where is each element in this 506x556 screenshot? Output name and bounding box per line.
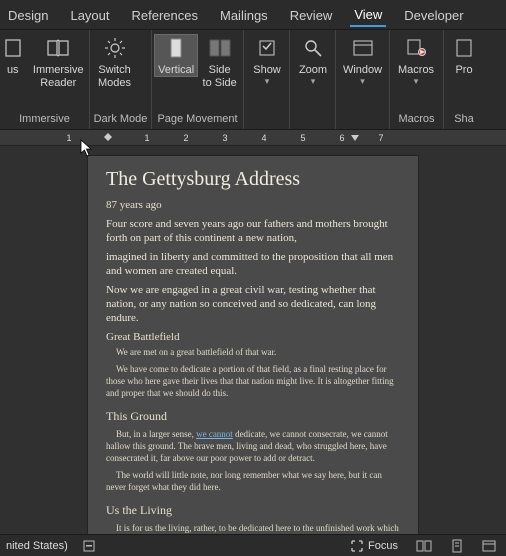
- read-mode-button[interactable]: [412, 538, 436, 554]
- web-icon: [482, 539, 496, 553]
- indent-marker-icon[interactable]: [103, 132, 113, 144]
- paragraph[interactable]: The world will little note, nor long rem…: [106, 469, 400, 493]
- ribbon-tabs: Design Layout References Mailings Review…: [0, 0, 506, 30]
- tab-layout[interactable]: Layout: [66, 3, 113, 26]
- chevron-down-icon: ▾: [360, 77, 365, 85]
- status-bar: nited States) Focus: [0, 534, 506, 556]
- macros-button[interactable]: Macros ▾: [392, 34, 440, 85]
- chevron-down-icon: ▾: [414, 77, 419, 85]
- paragraph[interactable]: It is for us the living, rather, to be d…: [106, 522, 400, 534]
- tab-design[interactable]: Design: [4, 3, 52, 26]
- paragraph[interactable]: We have come to dedicate a portion of th…: [106, 363, 400, 399]
- paragraph[interactable]: But, in a larger sense, we cannot dedica…: [106, 428, 400, 464]
- indent-marker-icon[interactable]: [350, 132, 360, 144]
- tab-references[interactable]: References: [128, 3, 202, 26]
- focus-button[interactable]: us: [2, 34, 30, 77]
- ruler[interactable]: 1 1 2 3 4 5 6 7: [0, 130, 506, 146]
- heading[interactable]: This Ground: [106, 409, 400, 424]
- vertical-page-icon: [164, 36, 188, 60]
- immersive-reader-button[interactable]: Immersive Reader: [30, 34, 87, 90]
- paragraph[interactable]: We are met on a great battlefield of tha…: [106, 346, 400, 358]
- zoom-button[interactable]: Zoom ▾: [292, 34, 334, 85]
- side-by-side-icon: [208, 36, 232, 60]
- hyperlink[interactable]: we cannot: [196, 429, 233, 439]
- page[interactable]: The Gettysburg Address 87 years ago Four…: [88, 156, 418, 540]
- print-layout-button[interactable]: [446, 537, 468, 555]
- chevron-down-icon: ▾: [265, 77, 270, 85]
- window-button[interactable]: Window ▾: [338, 34, 387, 85]
- tab-mailings[interactable]: Mailings: [216, 3, 272, 26]
- focus-mode-button[interactable]: Focus: [346, 537, 402, 555]
- group-label-sharepoint: Sha: [444, 113, 484, 129]
- vertical-button[interactable]: Vertical: [154, 34, 198, 77]
- switch-modes-button[interactable]: Switch Modes: [92, 34, 137, 90]
- magnifier-icon: [301, 36, 325, 60]
- properties-button[interactable]: Pro: [446, 34, 482, 77]
- group-label-darkmode: Dark Mode: [90, 113, 151, 129]
- tab-developer[interactable]: Developer: [400, 3, 467, 26]
- paragraph[interactable]: imagined in liberty and committed to the…: [106, 250, 400, 278]
- immersive-reader-icon: [46, 36, 70, 60]
- accessibility-button[interactable]: [78, 537, 100, 555]
- page-icon: [450, 539, 464, 553]
- group-label-pagemovement: Page Movement: [152, 113, 243, 129]
- paragraph[interactable]: Now we are engaged in a great civil war,…: [106, 283, 400, 325]
- doc-title[interactable]: The Gettysburg Address: [106, 168, 400, 191]
- properties-icon: [452, 36, 476, 60]
- ribbon: us Immersive Reader Immersive Switch Mod…: [0, 30, 506, 130]
- heading[interactable]: Us the Living: [106, 503, 400, 518]
- side-to-side-button[interactable]: Side to Side: [198, 34, 241, 90]
- doc-subtitle[interactable]: 87 years ago: [106, 199, 400, 211]
- web-layout-button[interactable]: [478, 537, 500, 555]
- group-label-macros: Macros: [390, 113, 443, 129]
- group-label-immersive: Immersive: [0, 113, 89, 129]
- show-button[interactable]: Show ▾: [246, 34, 288, 85]
- tab-review[interactable]: Review: [286, 3, 337, 26]
- window-icon: [351, 36, 375, 60]
- show-icon: [255, 36, 279, 60]
- document-area[interactable]: The Gettysburg Address 87 years ago Four…: [0, 146, 506, 540]
- chevron-down-icon: ▾: [311, 77, 316, 85]
- focus-icon: [1, 36, 25, 60]
- book-icon: [416, 540, 432, 552]
- tab-view[interactable]: View: [350, 2, 386, 27]
- focus-icon: [350, 539, 364, 553]
- heading[interactable]: Great Battlefield: [106, 331, 400, 343]
- paragraph[interactable]: Four score and seven years ago our fathe…: [106, 217, 400, 245]
- macros-icon: [404, 36, 428, 60]
- sun-icon: [103, 36, 127, 60]
- accessibility-icon: [82, 539, 96, 553]
- language-status[interactable]: nited States): [6, 540, 68, 552]
